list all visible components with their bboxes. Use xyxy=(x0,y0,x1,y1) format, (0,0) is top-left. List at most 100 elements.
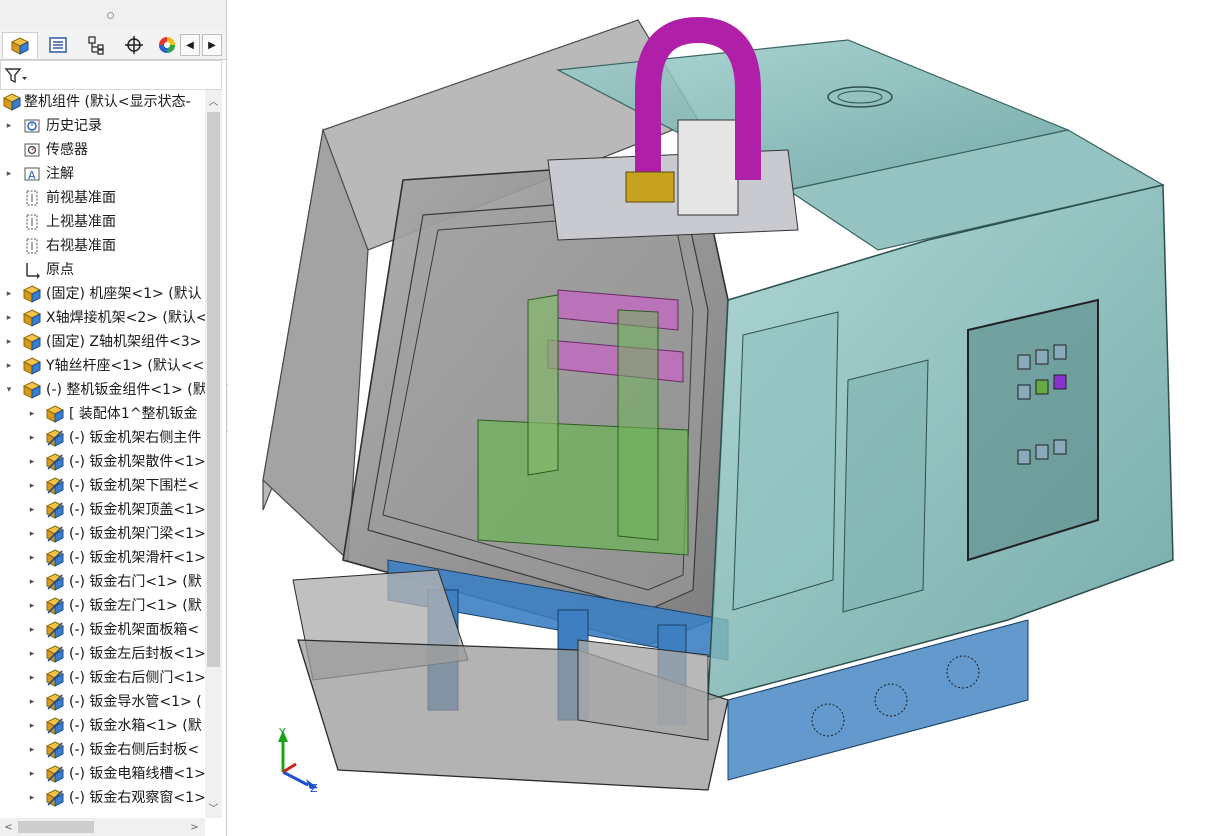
tree-item[interactable]: ▸ (-) 钣金右侧后封板< xyxy=(0,738,205,762)
tree-item-label: (-) 钣金机架顶盖<1> xyxy=(69,502,205,518)
tab-scroll-left-button[interactable]: ◀ xyxy=(180,34,200,56)
part-icon xyxy=(46,645,64,663)
tree-item[interactable]: 上视基准面 xyxy=(0,210,205,234)
annotation-icon: A xyxy=(24,167,40,182)
expand-arrow-icon[interactable]: ▸ xyxy=(27,594,37,618)
origin-icon xyxy=(26,263,40,279)
cnc-machine-model[interactable]: Y Z xyxy=(228,0,1205,836)
tree-item[interactable]: ▸ Y轴丝杆座<1> (默认<< xyxy=(0,354,205,378)
grip-dot xyxy=(107,12,114,19)
expand-arrow-icon[interactable]: ▸ xyxy=(4,114,14,138)
scroll-up-arrow-icon[interactable]: ︿ xyxy=(205,91,222,109)
tree-vertical-scrollbar[interactable]: ︿ ﹀ xyxy=(205,90,222,818)
tab-scroll-right-button[interactable]: ▶ xyxy=(202,34,222,56)
tree-item[interactable]: ▸ (-) 钣金机架门梁<1> xyxy=(0,522,205,546)
part-icon xyxy=(46,573,64,591)
tree-item[interactable]: ▸ (-) 钣金左后封板<1> xyxy=(0,642,205,666)
dimxpert-tab[interactable] xyxy=(116,32,152,58)
scroll-down-arrow-icon[interactable]: ﹀ xyxy=(205,798,222,816)
expand-arrow-icon[interactable]: ▸ xyxy=(27,450,37,474)
part-icon xyxy=(46,717,64,735)
tree-item[interactable]: ▸ (-) 钣金左门<1> (默 xyxy=(0,594,205,618)
tree-item[interactable]: ▸ (-) 钣金机架顶盖<1> xyxy=(0,498,205,522)
tree-horizontal-scrollbar[interactable]: < > xyxy=(0,818,205,836)
part-icon xyxy=(46,765,64,783)
collapse-arrow-icon[interactable]: ▾ xyxy=(4,378,14,402)
expand-arrow-icon[interactable]: ▸ xyxy=(27,762,37,786)
expand-arrow-icon[interactable]: ▸ xyxy=(27,546,37,570)
expand-arrow-icon[interactable]: ▸ xyxy=(27,714,37,738)
tree-item-label: (-) 钣金机架门梁<1> xyxy=(69,526,205,542)
tree-item[interactable]: ▸ (固定) 机座架<1> (默认 xyxy=(0,282,205,306)
expand-arrow-icon[interactable]: ▸ xyxy=(27,666,37,690)
tree-item[interactable]: 右视基准面 xyxy=(0,234,205,258)
expand-arrow-icon[interactable]: ▸ xyxy=(27,570,37,594)
tree-filter-bar[interactable] xyxy=(0,60,222,90)
part-icon xyxy=(46,693,64,711)
property-manager-tab[interactable] xyxy=(40,32,76,58)
expand-arrow-icon[interactable]: ▸ xyxy=(27,522,37,546)
assembly-icon xyxy=(23,285,41,303)
graphics-viewport[interactable]: Y Z xyxy=(228,0,1205,836)
part-icon xyxy=(46,789,64,807)
tree-item-label: (-) 钣金左门<1> (默 xyxy=(69,598,202,614)
tree-root[interactable]: 整机组件 (默认<显示状态- xyxy=(0,90,205,114)
expand-arrow-icon[interactable]: ▸ xyxy=(27,402,37,426)
tree-item[interactable]: ▸ (-) 钣金右后侧门<1> xyxy=(0,666,205,690)
feature-manager-tab[interactable] xyxy=(2,32,38,58)
expand-arrow-icon[interactable]: ▸ xyxy=(27,618,37,642)
configuration-manager-tab[interactable] xyxy=(78,32,114,58)
tree-item[interactable]: ▸ (固定) Z轴机架组件<3> xyxy=(0,330,205,354)
tree-item[interactable]: ▸ (-) 钣金机架下围栏< xyxy=(0,474,205,498)
scroll-left-arrow-icon[interactable]: < xyxy=(0,818,17,836)
display-manager-tab[interactable] xyxy=(154,32,180,58)
tree-item-label: (-) 整机钣金组件<1> (默 xyxy=(46,382,205,398)
tree-item[interactable]: ▸ (-) 钣金机架右侧主件 xyxy=(0,426,205,450)
expand-arrow-icon[interactable]: ▸ xyxy=(4,330,14,354)
tree-item[interactable]: ▸ [ 装配体1^整机钣金 xyxy=(0,402,205,426)
expand-arrow-icon[interactable]: ▸ xyxy=(4,306,14,330)
expand-arrow-icon[interactable]: ▸ xyxy=(27,690,37,714)
tree-item-label: (-) 钣金机架滑杆<1> xyxy=(69,550,205,566)
vertical-scroll-thumb[interactable] xyxy=(207,112,220,667)
panel-grip[interactable] xyxy=(0,0,226,31)
filter-icon[interactable] xyxy=(4,66,28,86)
tree-item[interactable]: ▸ X轴焊接机架<2> (默认< xyxy=(0,306,205,330)
tree-item[interactable]: ▸ (-) 钣金右观察窗<1> xyxy=(0,786,205,810)
tree-item[interactable]: ▸ (-) 钣金电箱线槽<1> xyxy=(0,762,205,786)
tree-item[interactable]: ▾ (-) 整机钣金组件<1> (默 xyxy=(0,378,205,402)
tree-item[interactable]: 原点 xyxy=(0,258,205,282)
tree-item[interactable]: ▸ (-) 钣金机架散件<1> xyxy=(0,450,205,474)
part-icon xyxy=(46,621,64,639)
scroll-right-arrow-icon[interactable]: > xyxy=(186,818,203,836)
tree-item[interactable]: ▸ (-) 钣金机架滑杆<1> xyxy=(0,546,205,570)
tree-item[interactable]: ▸ A 注解 xyxy=(0,162,205,186)
expand-arrow-icon[interactable]: ▸ xyxy=(27,738,37,762)
tree-item[interactable]: 传感器 xyxy=(0,138,205,162)
tree-item[interactable]: 前视基准面 xyxy=(0,186,205,210)
plane-icon xyxy=(26,190,38,206)
expand-arrow-icon[interactable]: ▸ xyxy=(27,642,37,666)
tree-item[interactable]: ▸ (-) 钣金水箱<1> (默 xyxy=(0,714,205,738)
expand-arrow-icon[interactable]: ▸ xyxy=(27,498,37,522)
expand-arrow-icon[interactable]: ▸ xyxy=(27,474,37,498)
tree-item[interactable]: ▸ (-) 钣金机架面板箱< xyxy=(0,618,205,642)
expand-arrow-icon[interactable]: ▸ xyxy=(4,282,14,306)
tree-item-label: Y轴丝杆座<1> (默认<< xyxy=(46,358,205,374)
part-icon xyxy=(46,453,64,471)
expand-arrow-icon[interactable]: ▸ xyxy=(27,426,37,450)
plane-icon xyxy=(26,238,38,254)
expand-arrow-icon[interactable]: ▸ xyxy=(4,354,14,378)
assembly-icon xyxy=(23,333,41,351)
expand-arrow-icon[interactable]: ▸ xyxy=(4,162,14,186)
tree-item-label: X轴焊接机架<2> (默认< xyxy=(46,310,205,326)
tree-item-label: [ 装配体1^整机钣金 xyxy=(69,406,198,422)
horizontal-scroll-thumb[interactable] xyxy=(18,821,94,833)
tree-item[interactable]: ▸ (-) 钣金右门<1> (默 xyxy=(0,570,205,594)
tree-item[interactable]: ▸ (-) 钣金导水管<1> ( xyxy=(0,690,205,714)
expand-arrow-icon[interactable]: ▸ xyxy=(27,786,37,810)
tree-item-label: 传感器 xyxy=(46,142,88,158)
tree-item[interactable]: ▸ 历史记录 xyxy=(0,114,205,138)
